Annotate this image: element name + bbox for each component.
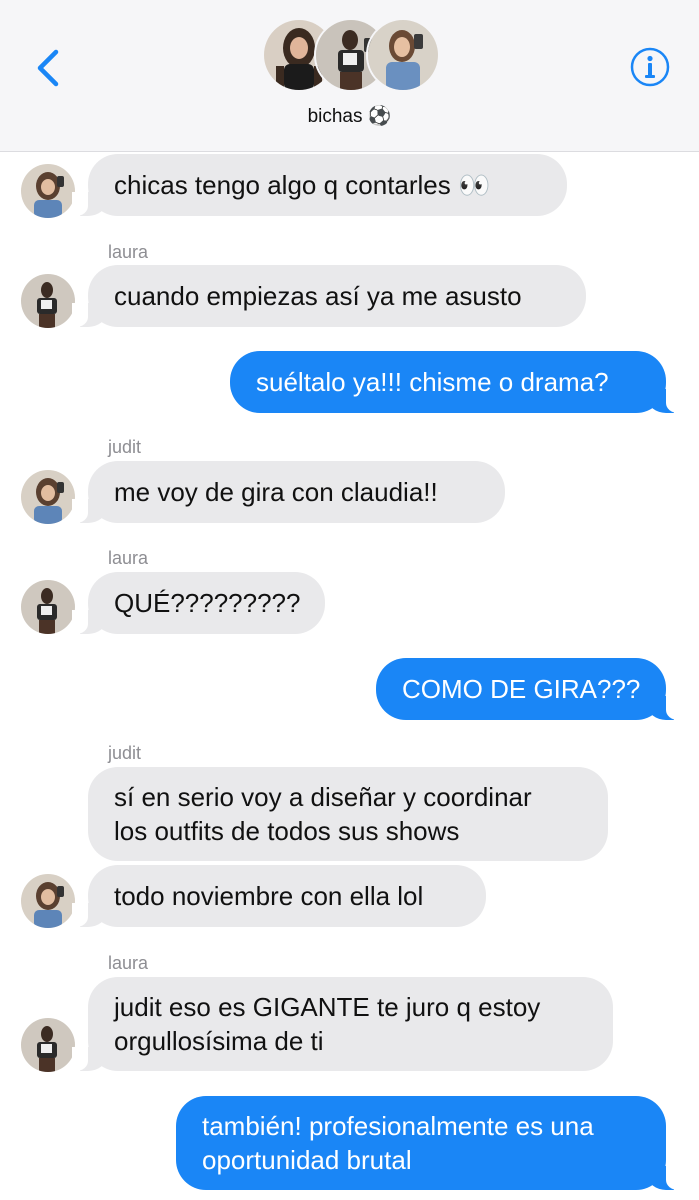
group-avatars[interactable]: [262, 18, 440, 92]
message-bubble[interactable]: me voy de gira con claudia!!: [72, 461, 505, 523]
sender-name: laura: [108, 548, 149, 568]
avatar-judit[interactable]: [21, 470, 75, 524]
message-text-line: judit eso es GIGANTE te juro q estoy: [114, 992, 541, 1022]
message-text-line: oportunidad brutal: [202, 1145, 412, 1175]
message-text: chicas tengo algo q contarles 👀: [114, 170, 491, 200]
message-bubble-outgoing[interactable]: también! profesionalmente es una oportun…: [176, 1096, 682, 1190]
message-text-line: orgullosísima de ti: [114, 1026, 324, 1056]
group-name-text: bichas: [307, 106, 363, 127]
message-text: me voy de gira con claudia!!: [114, 477, 438, 507]
message-text-line: los outfits de todos sus shows: [114, 816, 460, 846]
message-bubble[interactable]: sí en serio voy a diseñar y coordinar lo…: [88, 767, 608, 861]
message-bubble[interactable]: chicas tengo algo q contarles 👀: [72, 154, 567, 216]
member-avatar-you: [366, 18, 440, 92]
message-text: cuando empiezas así ya me asusto: [114, 281, 522, 311]
sender-name: laura: [108, 953, 149, 973]
message-text: todo noviembre con ella lol: [114, 881, 424, 911]
avatar-laura[interactable]: [21, 274, 75, 328]
message-bubble[interactable]: todo noviembre con ella lol: [72, 865, 486, 927]
info-button[interactable]: [629, 46, 671, 88]
avatar-judit[interactable]: [21, 874, 75, 928]
message-bubble[interactable]: QUÉ?????????: [72, 572, 325, 634]
sender-name: judit: [108, 743, 142, 763]
message-text: COMO DE GIRA???: [402, 674, 641, 704]
message-text-line: sí en serio voy a diseñar y coordinar: [114, 782, 532, 812]
avatar-laura[interactable]: [21, 580, 75, 634]
soccer-ball-icon: ⚽: [367, 106, 392, 127]
chevron-left-icon: [37, 49, 59, 87]
back-button[interactable]: [30, 44, 70, 92]
message-bubble[interactable]: judit eso es GIGANTE te juro q estoy org…: [72, 977, 613, 1071]
group-name[interactable]: bichas ⚽: [0, 104, 699, 128]
message-bubble-outgoing[interactable]: suéltalo ya!!! chisme o drama?: [230, 351, 682, 413]
avatar-laura[interactable]: [21, 1018, 75, 1072]
message-list[interactable]: chicas tengo algo q contarles 👀 laura cu…: [0, 152, 699, 1200]
chat-header: bichas ⚽: [0, 0, 699, 152]
message-text: suéltalo ya!!! chisme o drama?: [256, 367, 609, 397]
message-bubble-outgoing[interactable]: COMO DE GIRA???: [376, 658, 682, 720]
message-text: QUÉ?????????: [114, 588, 301, 618]
avatar-judit[interactable]: [21, 164, 75, 218]
message-bubble[interactable]: cuando empiezas así ya me asusto: [72, 265, 586, 327]
message-text-line: también! profesionalmente es una: [202, 1111, 594, 1141]
sender-name: judit: [108, 437, 142, 457]
info-circle-icon: [630, 47, 670, 87]
sender-name: laura: [108, 242, 149, 262]
